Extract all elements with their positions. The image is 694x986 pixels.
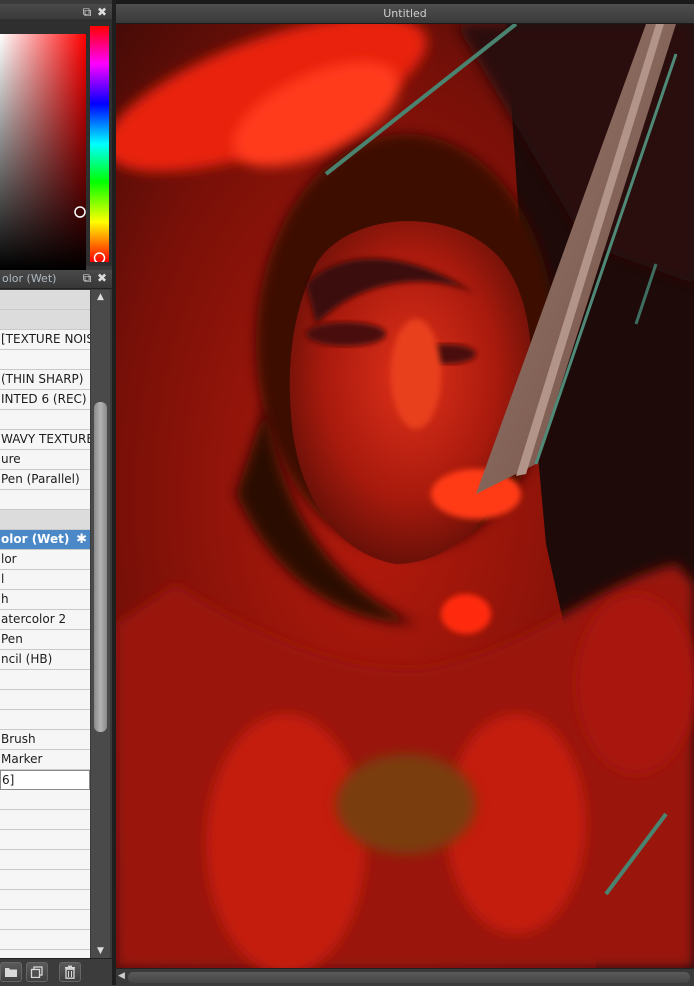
close-icon[interactable]: ✖ (95, 5, 109, 19)
brush-row[interactable] (0, 710, 90, 730)
brush-label: olor (Wet) (1, 532, 70, 546)
canvas-horizontal-scrollbar[interactable]: ◀ (116, 968, 694, 986)
brush-group-row[interactable] (0, 310, 90, 330)
scroll-thumb[interactable] (94, 402, 107, 732)
brush-label: Brush (1, 732, 36, 746)
brush-row[interactable]: h (0, 590, 90, 610)
hue-cursor (93, 252, 106, 262)
brush-row[interactable] (0, 350, 90, 370)
brush-row[interactable] (0, 830, 90, 850)
trash-icon[interactable] (59, 962, 81, 982)
brush-label: WAVY TEXTURE (1, 432, 90, 446)
gear-icon[interactable]: ✱ (76, 530, 87, 549)
canvas-artwork[interactable] (116, 24, 694, 968)
brush-label: ncil (HB) (1, 652, 53, 666)
brush-label: Marker (1, 752, 43, 766)
brush-label: ure (1, 452, 21, 466)
folder-icon[interactable] (0, 962, 22, 982)
saturation-value-square[interactable] (0, 26, 86, 278)
popout-icon[interactable]: ⧉ (80, 271, 94, 285)
brush-label: atercolor 2 (1, 612, 67, 626)
brush-row[interactable] (0, 790, 90, 810)
brush-row[interactable]: ure (0, 450, 90, 470)
brush-row-selected[interactable]: olor (Wet) ✱ (0, 530, 90, 550)
canvas-title: Untitled (383, 7, 427, 20)
brush-label: 6] (2, 773, 15, 787)
duplicate-icon[interactable] (26, 962, 48, 982)
brush-label: h (1, 592, 9, 606)
brush-row[interactable] (0, 890, 90, 910)
brush-row[interactable] (0, 950, 90, 958)
brush-list: [TEXTURE NOISE (THIN SHARP) INTED 6 (REC)… (0, 290, 90, 958)
close-icon[interactable]: ✖ (95, 271, 109, 285)
left-dock: ⧉ ✖ olor (Wet) ⧉ ✖ [TEXTURE NOI (THIN SH… (0, 0, 116, 986)
brush-row[interactable] (0, 810, 90, 830)
brush-row[interactable]: l (0, 570, 90, 590)
brush-row[interactable] (0, 850, 90, 870)
brush-row[interactable] (0, 930, 90, 950)
canvas-window: Untitled ◀ (116, 0, 694, 986)
scroll-up-arrow-icon[interactable]: ▲ (91, 290, 110, 304)
scroll-left-arrow-icon[interactable]: ◀ (118, 971, 125, 981)
brush-row[interactable]: Brush (0, 730, 90, 750)
brush-label: [TEXTURE NOISE (1, 332, 90, 346)
popout-icon[interactable]: ⧉ (80, 5, 94, 19)
brush-row[interactable] (0, 690, 90, 710)
color-picker (0, 19, 112, 270)
hue-slider[interactable] (90, 26, 109, 262)
horizontal-scroll-thumb[interactable] (128, 972, 690, 983)
brush-label: lor (1, 552, 17, 566)
brush-label: (THIN SHARP) (1, 372, 84, 386)
brush-group-row[interactable] (0, 290, 90, 310)
brush-row[interactable]: Pen (Parallel) (0, 470, 90, 490)
brush-group-row[interactable] (0, 510, 90, 530)
brush-panel-header: olor (Wet) ⧉ ✖ (0, 270, 112, 289)
brush-panel-toolbar (0, 958, 116, 986)
brush-row[interactable]: atercolor 2 (0, 610, 90, 630)
brush-label: Pen (Parallel) (1, 472, 80, 486)
brush-row[interactable] (0, 870, 90, 890)
brush-row[interactable]: (THIN SHARP) (0, 370, 90, 390)
brush-row[interactable] (0, 490, 90, 510)
brush-row[interactable]: ncil (HB) (0, 650, 90, 670)
brush-row[interactable]: lor (0, 550, 90, 570)
brush-row[interactable] (0, 910, 90, 930)
brush-row[interactable]: Marker (0, 750, 90, 770)
brush-row[interactable]: Pen (0, 630, 90, 650)
brush-panel-title: olor (Wet) (2, 272, 57, 285)
brush-row[interactable] (0, 410, 90, 430)
brush-row[interactable]: WAVY TEXTURE (0, 430, 90, 450)
brush-label: INTED 6 (REC) (1, 392, 87, 406)
brush-row[interactable]: INTED 6 (REC) (0, 390, 90, 410)
brush-row[interactable]: [TEXTURE NOISE (0, 330, 90, 350)
canvas-title-bar: Untitled (116, 4, 694, 24)
brush-label: l (1, 572, 5, 586)
brush-list-scrollbar[interactable]: ▲ ▼ (91, 290, 110, 958)
scroll-down-arrow-icon[interactable]: ▼ (91, 944, 110, 958)
brush-row[interactable] (0, 670, 90, 690)
brush-label: Pen (1, 632, 23, 646)
brush-row[interactable]: 6] (0, 770, 90, 790)
